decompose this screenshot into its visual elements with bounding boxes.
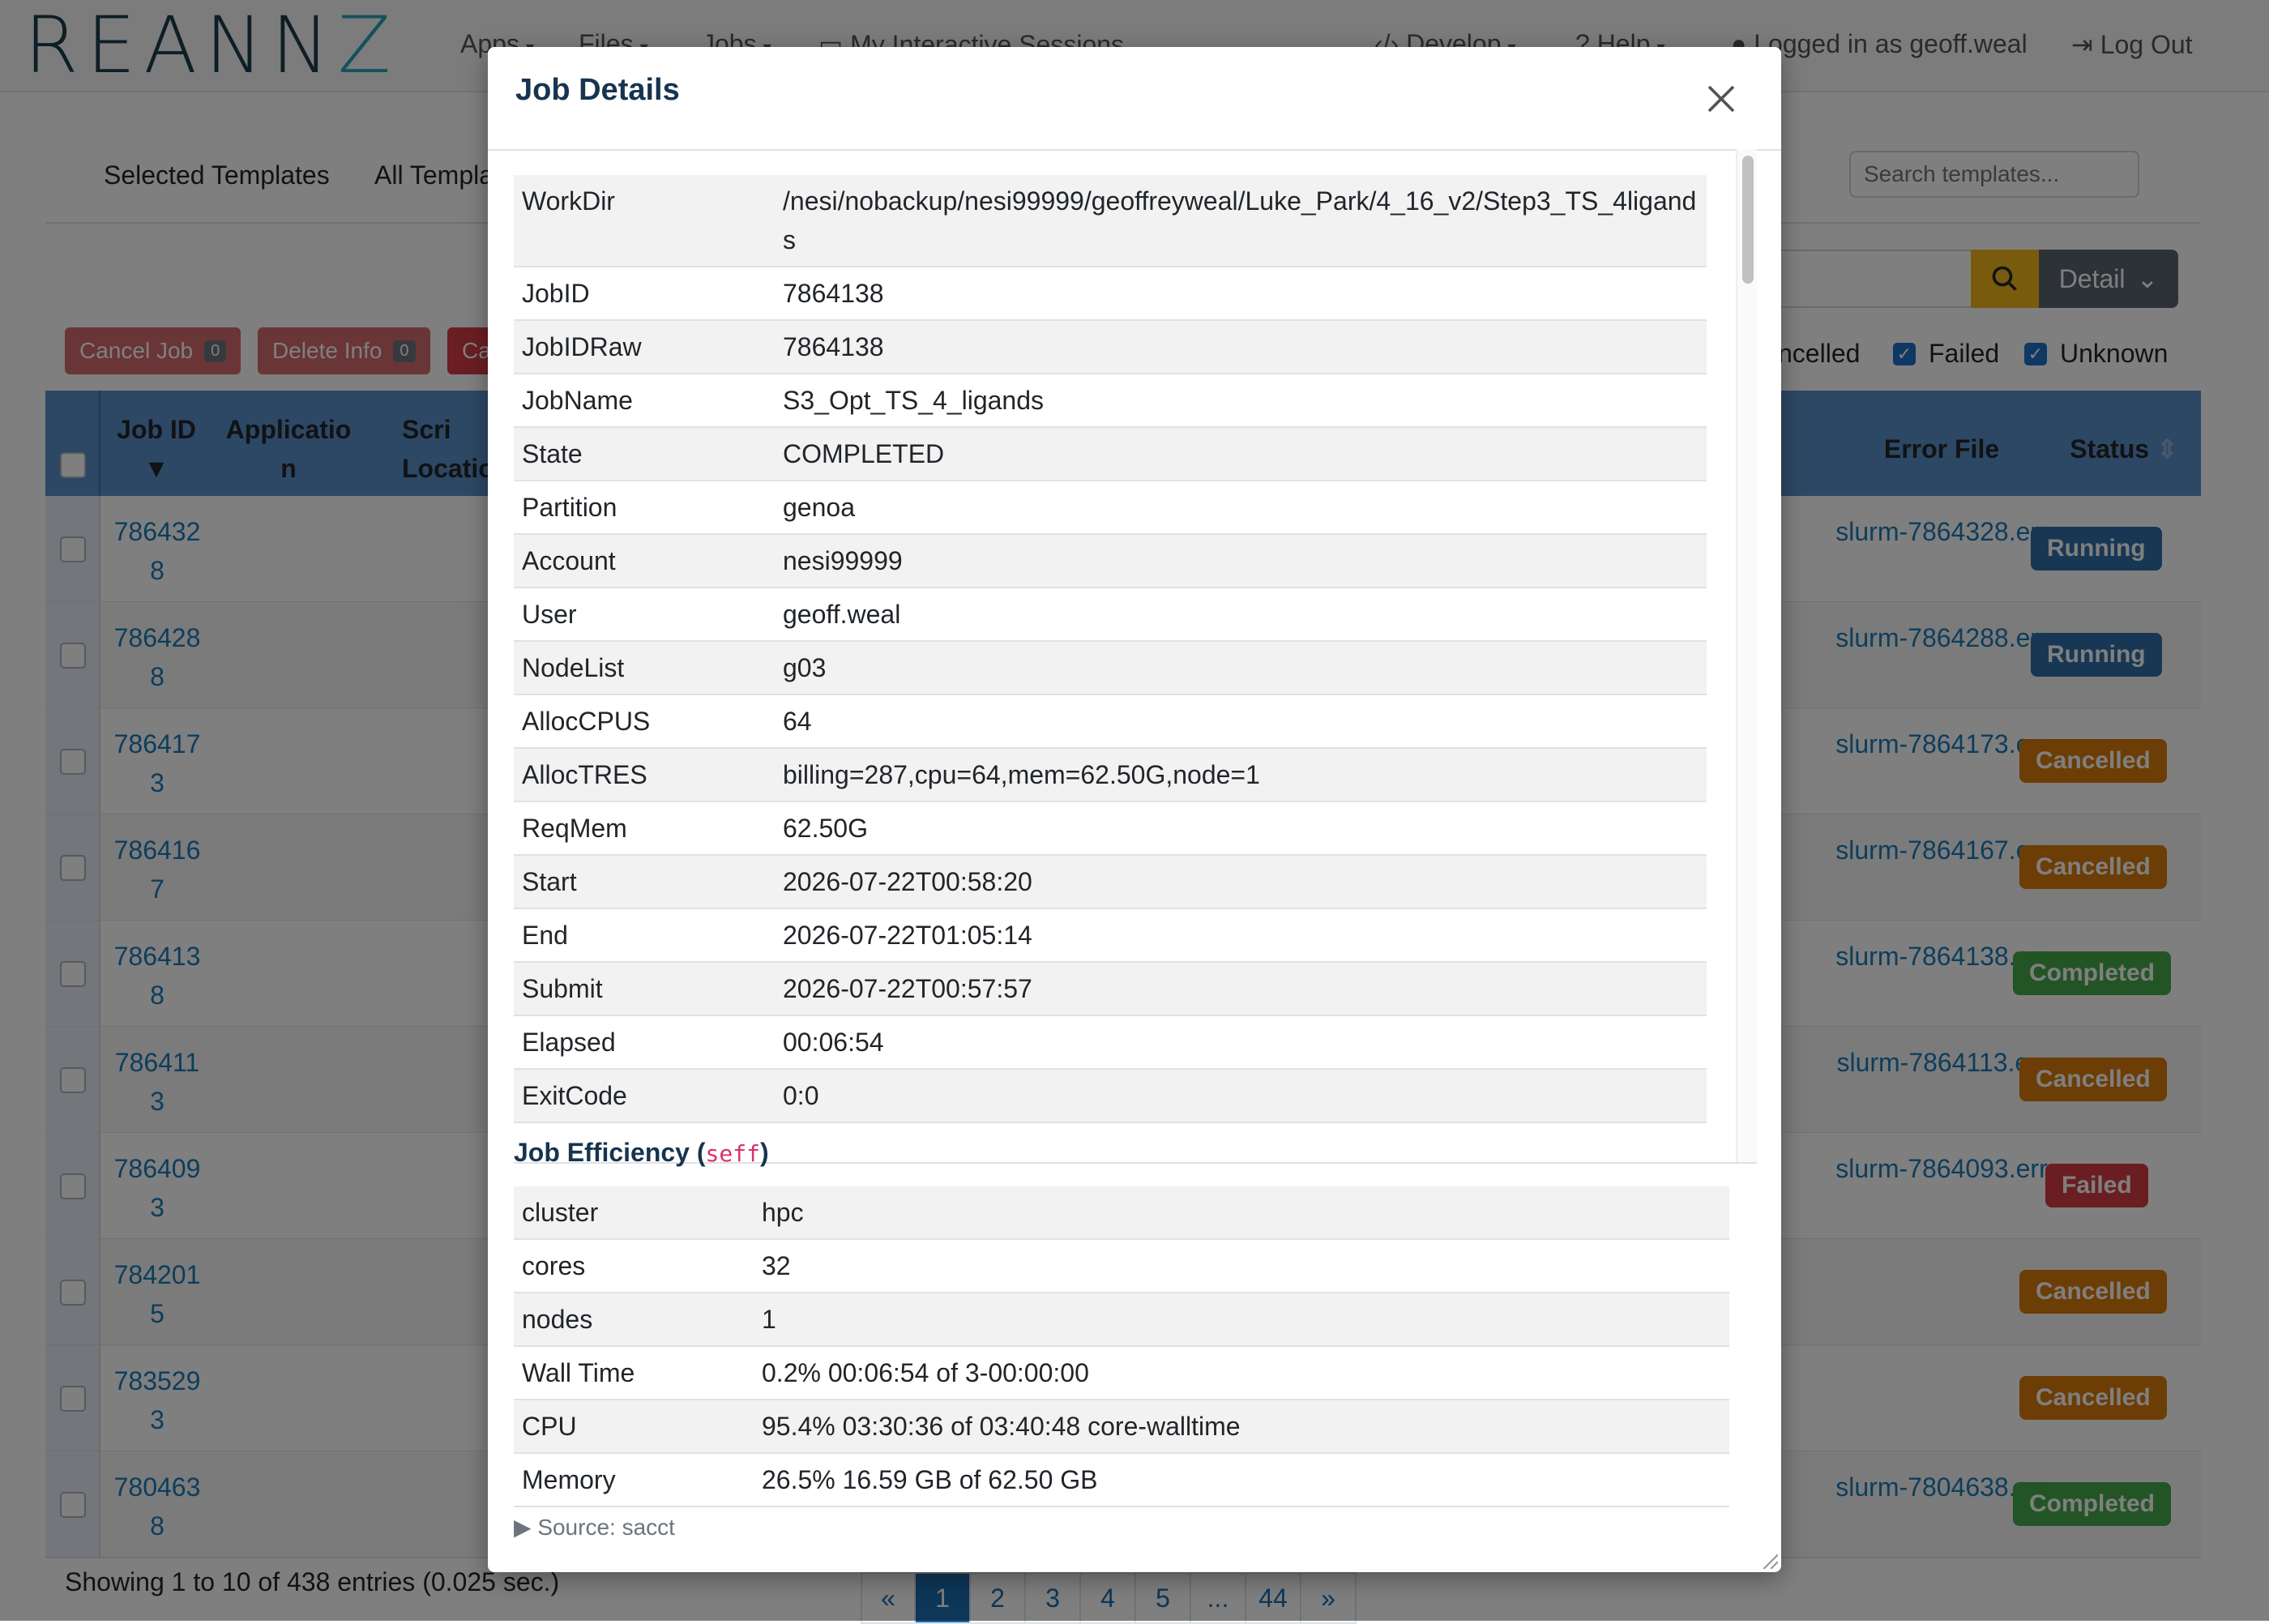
- efficiency-command: seff: [705, 1140, 760, 1167]
- detail-key: Start: [522, 867, 577, 896]
- detail-row: Account nesi99999: [514, 535, 1707, 588]
- job-details-scroll-pane[interactable]: WorkDir/nesi/nobackup/nesi99999/geoffrey…: [514, 149, 1757, 1164]
- detail-row: AllocCPUS 64: [514, 695, 1707, 749]
- detail-key: Submit: [522, 974, 603, 1003]
- detail-value: 62.50G: [783, 814, 868, 843]
- detail-value: /nesi/nobackup/nesi99999/geoffreyweal/Lu…: [783, 186, 1697, 254]
- detail-value: 2026-07-22T01:05:14: [783, 921, 1032, 950]
- detail-value: nesi99999: [783, 546, 903, 575]
- detail-row: WorkDir/nesi/nobackup/nesi99999/geoffrey…: [514, 175, 1707, 267]
- detail-key: Elapsed: [522, 1028, 616, 1057]
- efficiency-key: CPU: [522, 1412, 577, 1441]
- detail-key: ExitCode: [522, 1081, 627, 1110]
- detail-key: JobName: [522, 386, 633, 415]
- detail-key: WorkDir: [522, 186, 615, 216]
- detail-row: ReqMem 62.50G: [514, 802, 1707, 856]
- detail-key: Partition: [522, 493, 617, 522]
- detail-value: 64: [783, 707, 812, 736]
- detail-value: geoff.weal: [783, 600, 901, 629]
- detail-value: 7864138: [783, 279, 884, 308]
- modal-header: Job Details: [488, 47, 1781, 151]
- detail-value: g03: [783, 653, 827, 682]
- detail-key: End: [522, 921, 568, 950]
- detail-row: NodeList g03: [514, 642, 1707, 695]
- source-label: Source: sacct: [537, 1515, 675, 1540]
- close-button[interactable]: [1699, 76, 1744, 122]
- detail-key: AllocCPUS: [522, 707, 651, 736]
- close-icon: [1707, 85, 1735, 113]
- detail-row: Elapsed 00:06:54: [514, 1016, 1707, 1070]
- efficiency-key: cores: [522, 1251, 586, 1280]
- detail-value: billing=287,cpu=64,mem=62.50G,node=1: [783, 760, 1260, 789]
- efficiency-key: Memory: [522, 1465, 616, 1494]
- scrollbar-thumb[interactable]: [1742, 156, 1754, 284]
- efficiency-key: cluster: [522, 1198, 599, 1227]
- job-details-modal: Job Details WorkDir/nesi/nobackup/nesi99…: [488, 47, 1781, 1572]
- detail-value: COMPLETED: [783, 439, 945, 468]
- detail-key: NodeList: [522, 653, 625, 682]
- detail-row: AllocTRES billing=287,cpu=64,mem=62.50G,n…: [514, 749, 1707, 802]
- detail-row: Start 2026-07-22T00:58:20: [514, 856, 1707, 909]
- efficiency-key: Wall Time: [522, 1358, 635, 1387]
- detail-row: Submit 2026-07-22T00:57:57: [514, 963, 1707, 1016]
- efficiency-title-text: Job Efficiency (: [514, 1138, 706, 1167]
- detail-value: S3_Opt_TS_4_ligands: [783, 386, 1044, 415]
- detail-key: AllocTRES: [522, 760, 647, 789]
- detail-value: 2026-07-22T00:57:57: [783, 974, 1032, 1003]
- detail-value: 0:0: [783, 1081, 819, 1110]
- detail-row: JobID 7864138: [514, 267, 1707, 321]
- efficiency-key: nodes: [522, 1305, 593, 1334]
- efficiency-row: cluster hpc: [514, 1186, 1729, 1240]
- detail-value: 00:06:54: [783, 1028, 884, 1057]
- detail-row: User geoff.weal: [514, 588, 1707, 642]
- job-efficiency-heading: Job Efficiency (seff): [514, 1138, 769, 1168]
- efficiency-value: 0.2% 00:06:54 of 3-00:00:00: [762, 1358, 1089, 1387]
- efficiency-value: 26.5% 16.59 GB of 62.50 GB: [762, 1465, 1098, 1494]
- triangle-right-icon: ▶: [514, 1515, 538, 1540]
- detail-row: JobName S3_Opt_TS_4_ligands: [514, 374, 1707, 428]
- efficiency-row: nodes 1: [514, 1293, 1729, 1347]
- detail-value: genoa: [783, 493, 855, 522]
- efficiency-title-close: ): [759, 1138, 769, 1167]
- detail-row: End 2026-07-22T01:05:14: [514, 909, 1707, 963]
- detail-value: 2026-07-22T00:58:20: [783, 867, 1032, 896]
- detail-key: User: [522, 600, 577, 629]
- efficiency-value: 95.4% 03:30:36 of 03:40:48 core-walltime: [762, 1412, 1241, 1441]
- detail-key: Account: [522, 546, 616, 575]
- detail-row: State COMPLETED: [514, 428, 1707, 481]
- detail-row: ExitCode 0:0: [514, 1070, 1707, 1123]
- detail-key: State: [522, 439, 583, 468]
- efficiency-row: Wall Time 0.2% 00:06:54 of 3-00:00:00: [514, 1347, 1729, 1400]
- efficiency-row: cores 32: [514, 1240, 1729, 1293]
- modal-title: Job Details: [515, 73, 680, 107]
- efficiency-row: CPU 95.4% 03:30:36 of 03:40:48 core-wallt…: [514, 1400, 1729, 1454]
- resize-grip-icon[interactable]: [1760, 1551, 1778, 1569]
- detail-key: ReqMem: [522, 814, 627, 843]
- detail-value: 7864138: [783, 332, 884, 361]
- source-toggle[interactable]: ▶ Source: sacct: [514, 1514, 675, 1541]
- efficiency-value: hpc: [762, 1198, 804, 1227]
- detail-key: JobIDRaw: [522, 332, 642, 361]
- scrollbar[interactable]: [1736, 149, 1757, 1162]
- detail-row: Partition genoa: [514, 481, 1707, 535]
- detail-key: JobID: [522, 279, 590, 308]
- detail-row: JobIDRaw 7864138: [514, 321, 1707, 374]
- efficiency-value: 32: [762, 1251, 791, 1280]
- efficiency-value: 1: [762, 1305, 776, 1334]
- efficiency-row: Memory 26.5% 16.59 GB of 62.50 GB: [514, 1454, 1729, 1507]
